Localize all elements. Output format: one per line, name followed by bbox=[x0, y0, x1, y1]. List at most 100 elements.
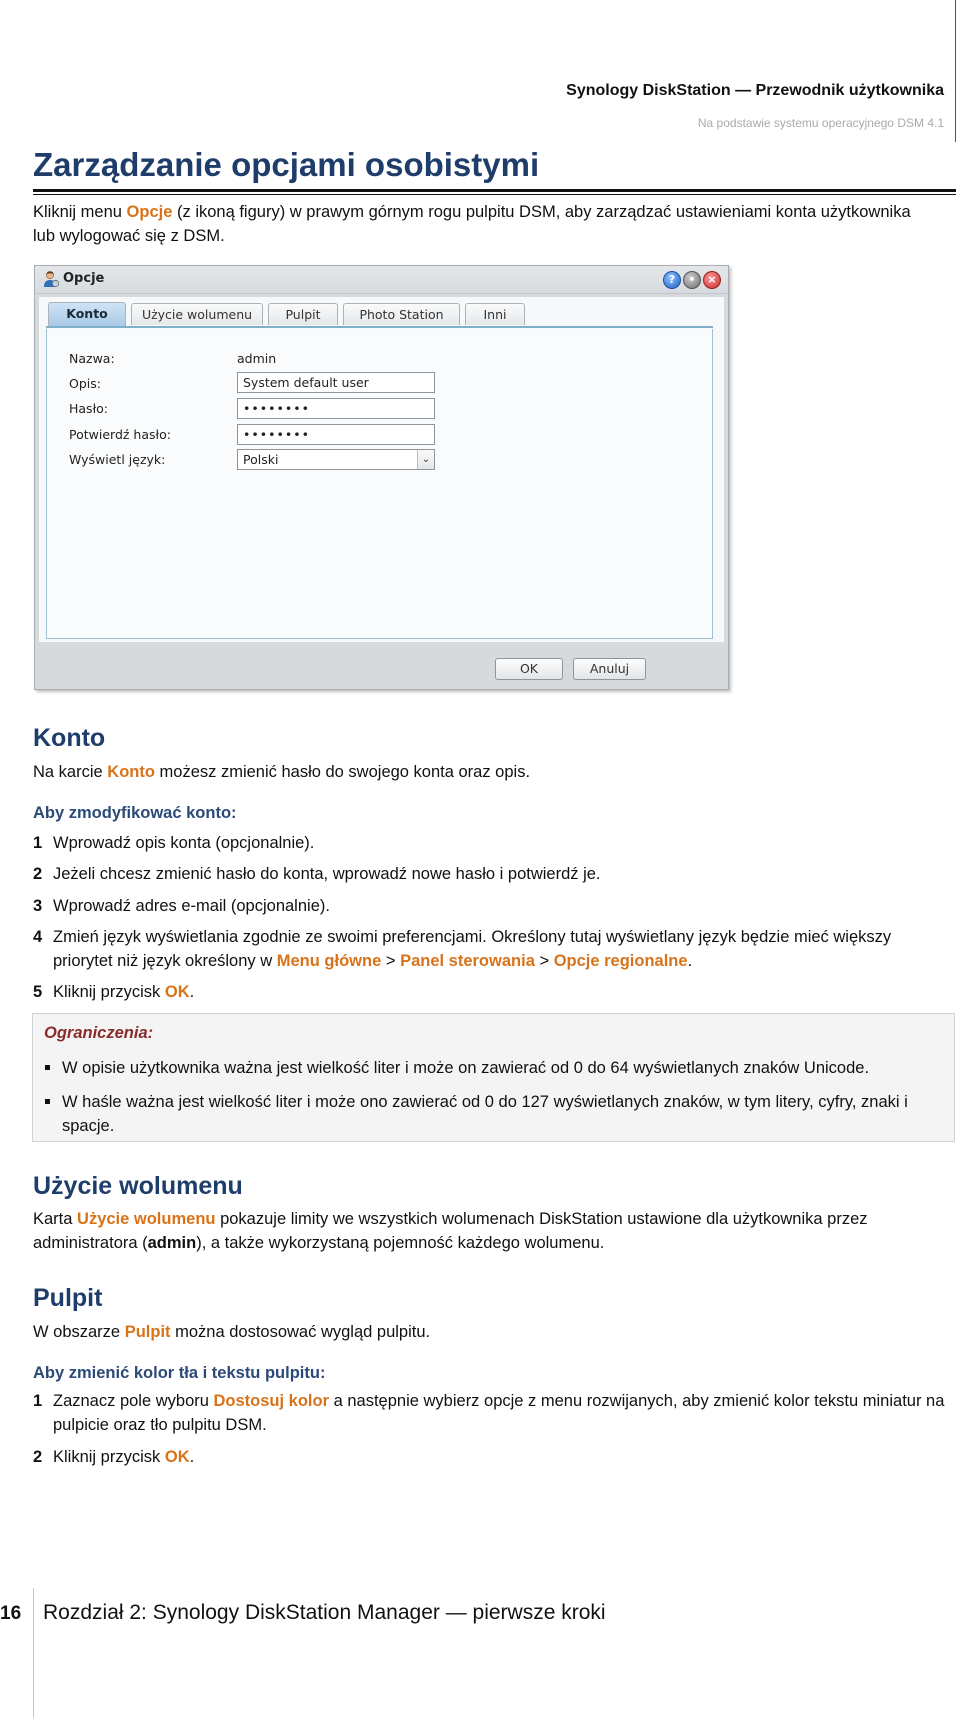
opcje-regionalne-link: Opcje regionalne bbox=[553, 952, 688, 970]
help-icon[interactable]: ? bbox=[663, 271, 681, 289]
breadcrumb-separator: > bbox=[534, 952, 554, 970]
step-number: 2 bbox=[33, 865, 43, 883]
step-text-end: . bbox=[687, 952, 693, 970]
limits-item-text: W haśle ważna jest wielkość liter i może… bbox=[62, 1093, 908, 1135]
volume-highlight: Użycie wolumenu bbox=[77, 1210, 216, 1228]
step-text: Kliknij przycisk OK. bbox=[53, 1445, 948, 1469]
step-text-part: Kliknij przycisk bbox=[53, 1448, 165, 1466]
confirm-password-label: Potwierdź hasło: bbox=[69, 427, 171, 442]
section-heading-konto: Konto bbox=[33, 724, 106, 752]
pulpit-desc-text-end: można dostosować wygląd pulpitu. bbox=[170, 1323, 431, 1341]
step-number: 1 bbox=[33, 1392, 43, 1410]
minimize-icon[interactable]: • bbox=[683, 271, 701, 289]
volume-description: Karta Użycie wolumenu pokazuje limity we… bbox=[33, 1207, 923, 1255]
tab-photo-station[interactable]: Photo Station bbox=[343, 303, 460, 325]
close-icon[interactable]: × bbox=[703, 271, 721, 289]
pulpit-desc-highlight: Pulpit bbox=[124, 1323, 171, 1341]
name-value: admin bbox=[237, 351, 277, 366]
password-input[interactable]: •••••••• bbox=[237, 398, 435, 419]
volume-text: Karta bbox=[33, 1210, 78, 1228]
step-text: Zmień język wyświetlania zgodnie ze swoi… bbox=[53, 925, 948, 973]
pulpit-desc-text: W obszarze bbox=[33, 1323, 125, 1341]
pulpit-description: W obszarze Pulpit można dostosować wyglą… bbox=[33, 1320, 933, 1344]
step-text: Wprowadź adres e-mail (opcjonalnie). bbox=[53, 897, 330, 915]
page-title: Zarządzanie opcjami osobistymi bbox=[33, 146, 540, 183]
ok-button[interactable]: OK bbox=[495, 658, 563, 680]
step-text: Zaznacz pole wyboru Dostosuj kolor a nas… bbox=[53, 1389, 948, 1437]
limits-item-text: W opisie użytkownika ważna jest wielkość… bbox=[62, 1059, 870, 1077]
header-vertical-rule bbox=[955, 0, 956, 142]
description-label: Opis: bbox=[69, 376, 101, 391]
step-text: Kliknij przycisk OK. bbox=[53, 980, 948, 1004]
dialog-body: Konto Użycie wolumenu Pulpit Photo Stati… bbox=[39, 297, 724, 642]
bullet-icon bbox=[45, 1099, 50, 1104]
limits-title: Ograniczenia: bbox=[44, 1024, 154, 1042]
konto-step: 5 Kliknij przycisk OK. bbox=[33, 980, 948, 1004]
tab-pulpit[interactable]: Pulpit bbox=[268, 303, 338, 325]
document-title: Synology DiskStation — Przewodnik użytko… bbox=[566, 82, 944, 99]
konto-description: Na karcie Konto możesz zmienić hasło do … bbox=[33, 760, 933, 784]
breadcrumb-separator: > bbox=[381, 952, 401, 970]
name-label: Nazwa: bbox=[69, 351, 115, 366]
limits-item: W opisie użytkownika ważna jest wielkość… bbox=[44, 1056, 934, 1080]
konto-desc-highlight: Konto bbox=[107, 763, 155, 781]
language-select[interactable]: Polski ⌄ bbox=[237, 449, 435, 470]
chevron-down-icon[interactable]: ⌄ bbox=[417, 450, 434, 469]
language-label: Wyświetl język: bbox=[69, 452, 166, 467]
step-number: 2 bbox=[33, 1448, 43, 1466]
panel-sterowania-link: Panel sterowania bbox=[400, 952, 535, 970]
limits-item: W haśle ważna jest wielkość liter i może… bbox=[44, 1090, 934, 1138]
dostosuj-kolor-highlight: Dostosuj kolor bbox=[213, 1392, 330, 1410]
chapter-title: Rozdział 2: Synology DiskStation Manager… bbox=[43, 1601, 606, 1624]
step-text-part: Kliknij przycisk bbox=[53, 983, 165, 1001]
step-number: 1 bbox=[33, 834, 43, 852]
step-number: 3 bbox=[33, 897, 43, 915]
tab-uzycie-wolumenu[interactable]: Użycie wolumenu bbox=[131, 303, 263, 325]
step-text: Wprowadź opis konta (opcjonalnie). bbox=[53, 834, 315, 852]
konto-panel: Nazwa: admin Opis: System default user H… bbox=[46, 329, 713, 639]
password-label: Hasło: bbox=[69, 401, 108, 416]
confirm-password-input[interactable]: •••••••• bbox=[237, 424, 435, 445]
tab-strip-line bbox=[46, 326, 713, 328]
konto-subheading: Aby zmodyfikować konto: bbox=[33, 804, 237, 822]
volume-text-end: ), a także wykorzystaną pojemność każdeg… bbox=[196, 1234, 605, 1252]
step-text-part: Zaznacz pole wyboru bbox=[53, 1392, 214, 1410]
dialog-titlebar: Opcje ? • × bbox=[35, 266, 728, 294]
tab-inni[interactable]: Inni bbox=[465, 303, 525, 325]
bullet-icon bbox=[45, 1065, 50, 1070]
menu-glowne-link: Menu główne bbox=[276, 952, 382, 970]
user-icon bbox=[44, 271, 60, 288]
ok-highlight: OK bbox=[164, 983, 190, 1001]
step-number: 4 bbox=[33, 928, 43, 946]
footer-vertical-rule bbox=[33, 1588, 34, 1718]
limits-note: Ograniczenia: W opisie użytkownika ważna… bbox=[32, 1013, 955, 1142]
section-heading-uzycie-wolumenu: Użycie wolumenu bbox=[33, 1172, 243, 1200]
description-input[interactable]: System default user bbox=[237, 372, 435, 393]
konto-desc-text: Na karcie bbox=[33, 763, 108, 781]
dialog-footer: OK Anuluj bbox=[35, 644, 728, 690]
intro-highlight-opcje: Opcje bbox=[126, 203, 173, 221]
pulpit-step: 1 Zaznacz pole wyboru Dostosuj kolor a n… bbox=[33, 1389, 948, 1437]
step-text: Jeżeli chcesz zmienić hasło do konta, wp… bbox=[53, 865, 601, 883]
step-text-end: . bbox=[189, 983, 195, 1001]
konto-step: 2 Jeżeli chcesz zmienić hasło do konta, … bbox=[33, 862, 948, 886]
konto-desc-text-end: możesz zmienić hasło do swojego konta or… bbox=[154, 763, 531, 781]
konto-step: 4 Zmień język wyświetlania zgodnie ze sw… bbox=[33, 925, 948, 973]
konto-step: 3 Wprowadź adres e-mail (opcjonalnie). bbox=[33, 894, 948, 918]
dialog-title: Opcje bbox=[63, 271, 105, 286]
tab-konto[interactable]: Konto bbox=[48, 302, 126, 326]
page-number: 16 bbox=[0, 1603, 22, 1624]
title-divider bbox=[33, 189, 956, 195]
section-heading-pulpit: Pulpit bbox=[33, 1284, 103, 1312]
intro-paragraph: Kliknij menu Opcje (z ikoną figury) w pr… bbox=[33, 200, 933, 248]
ok-highlight: OK bbox=[164, 1448, 190, 1466]
cancel-button[interactable]: Anuluj bbox=[573, 658, 646, 680]
options-dialog: Opcje ? • × Konto Użycie wolumenu Pulpit… bbox=[34, 265, 729, 690]
pulpit-step: 2 Kliknij przycisk OK. bbox=[33, 1445, 948, 1469]
pulpit-subheading: Aby zmienić kolor tła i tekstu pulpitu: bbox=[33, 1364, 326, 1382]
step-number: 5 bbox=[33, 983, 43, 1001]
admin-bold: admin bbox=[147, 1234, 197, 1252]
document-subtitle: Na podstawie systemu operacyjnego DSM 4.… bbox=[697, 116, 944, 130]
konto-step: 1 Wprowadź opis konta (opcjonalnie). bbox=[33, 831, 948, 855]
step-text-end: . bbox=[189, 1448, 195, 1466]
